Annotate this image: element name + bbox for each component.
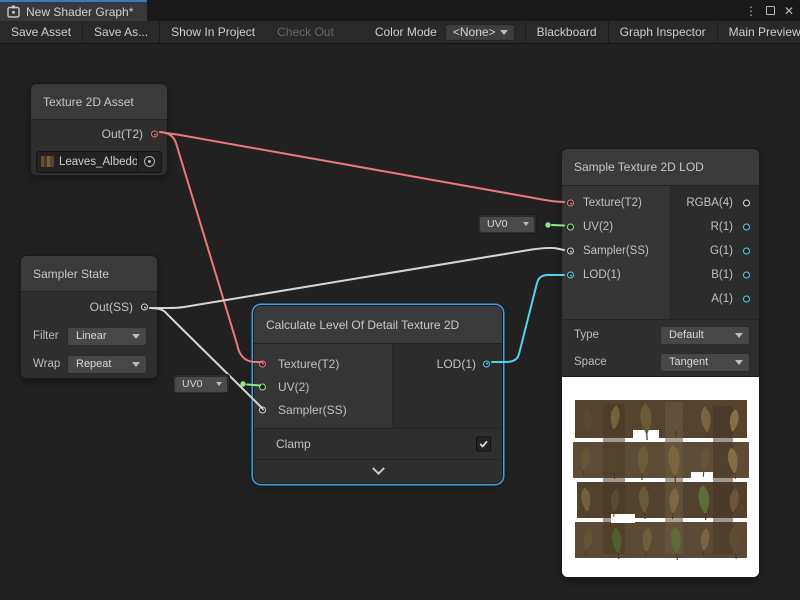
port-label-lod-out: LOD(1) xyxy=(437,357,476,371)
port-label-texture: Texture(T2) xyxy=(278,357,339,371)
texture-thumbnail-icon xyxy=(41,156,54,167)
type-label: Type xyxy=(574,329,660,341)
uv-channel-dropdown[interactable]: UV0 xyxy=(175,377,227,392)
port-label-uv: UV(2) xyxy=(583,221,613,233)
uv-channel-dropdown[interactable]: UV0 xyxy=(480,217,534,232)
tab-title: New Shader Graph* xyxy=(26,5,133,19)
port-out-rgba[interactable] xyxy=(743,200,750,207)
port-in-uv[interactable] xyxy=(567,224,574,231)
node-title[interactable]: Sampler State xyxy=(21,256,157,292)
filter-dropdown[interactable]: Linear xyxy=(67,327,147,346)
color-mode-dropdown[interactable]: <None> xyxy=(445,24,515,41)
main-preview-toggle[interactable]: Main Preview xyxy=(718,21,800,43)
graph-inspector-toggle[interactable]: Graph Inspector xyxy=(609,21,717,43)
port-label-a: A(1) xyxy=(711,293,733,305)
show-in-project-button[interactable]: Show In Project xyxy=(160,21,266,43)
node-title[interactable]: Texture 2D Asset xyxy=(31,84,167,120)
node-title[interactable]: Calculate Level Of Detail Texture 2D xyxy=(254,306,502,344)
port-out-ss[interactable] xyxy=(141,304,148,311)
check-out-button: Check Out xyxy=(266,21,345,43)
port-label-b: B(1) xyxy=(711,269,733,281)
object-picker-icon xyxy=(144,156,155,167)
port-out-t2[interactable] xyxy=(151,131,158,138)
port-in-texture[interactable] xyxy=(259,360,266,367)
graph-toolbar: Save Asset Save As... Show In Project Ch… xyxy=(0,21,800,44)
port-in-uv[interactable] xyxy=(259,383,266,390)
shader-graph-tab[interactable]: New Shader Graph* xyxy=(0,0,147,21)
filter-value: Linear xyxy=(76,330,107,342)
node-sampler-state[interactable]: Sampler State Out(SS) Filter Linear Wrap… xyxy=(20,255,158,379)
close-icon[interactable]: ✕ xyxy=(784,5,794,17)
port-out-b[interactable] xyxy=(743,272,750,279)
node-sample-texture-2d-lod[interactable]: Sample Texture 2D LOD Texture(T2) UV(2) xyxy=(561,148,760,578)
type-value: Default xyxy=(669,329,704,341)
texture-asset-name: Leaves_Albedo xyxy=(59,156,137,168)
window-titlebar: New Shader Graph* ⋮ ✕ xyxy=(0,0,800,21)
port-out-g[interactable] xyxy=(743,248,750,255)
port-label-lod: LOD(1) xyxy=(583,269,621,281)
port-label-sampler: Sampler(SS) xyxy=(583,245,649,257)
graph-canvas[interactable]: Texture 2D Asset Out(T2) Leaves_Albedo xyxy=(0,44,800,600)
type-dropdown[interactable]: Default xyxy=(660,326,750,345)
wrap-dropdown[interactable]: Repeat xyxy=(67,355,147,374)
uv-channel-widget-calc: UV0 xyxy=(172,374,230,394)
port-label-sampler: Sampler(SS) xyxy=(278,403,347,417)
port-label-rgba: RGBA(4) xyxy=(686,197,733,209)
uv-channel-widget-sample: UV0 xyxy=(477,214,537,234)
uv-channel-value: UV0 xyxy=(487,218,507,230)
port-in-sampler[interactable] xyxy=(259,406,266,413)
port-out-r[interactable] xyxy=(743,224,750,231)
blackboard-toggle[interactable]: Blackboard xyxy=(526,21,608,43)
color-mode-value: <None> xyxy=(453,25,496,39)
wrap-value: Repeat xyxy=(76,358,111,370)
clamp-checkbox[interactable] xyxy=(476,437,491,452)
shader-graph-icon xyxy=(7,5,20,18)
window-menu-icon[interactable]: ⋮ xyxy=(745,5,757,17)
port-label-out-ss: Out(SS) xyxy=(90,300,133,314)
port-out-a[interactable] xyxy=(743,296,750,303)
node-preview-leaves-texture xyxy=(562,376,759,577)
window-controls: ⋮ ✕ xyxy=(745,0,794,21)
node-title[interactable]: Sample Texture 2D LOD xyxy=(562,149,759,186)
port-out-lod[interactable] xyxy=(483,360,490,367)
wrap-label: Wrap xyxy=(33,358,67,370)
port-label-r: R(1) xyxy=(711,221,733,233)
object-picker-button[interactable] xyxy=(137,152,161,172)
space-label: Space xyxy=(574,356,660,368)
leaves-atlas-image xyxy=(562,377,759,577)
port-label-g: G(1) xyxy=(710,245,733,257)
node-collapse-button[interactable] xyxy=(254,459,502,483)
clamp-label: Clamp xyxy=(276,437,311,451)
filter-label: Filter xyxy=(33,330,67,342)
shader-graph-window: New Shader Graph* ⋮ ✕ Save Asset Save As… xyxy=(0,0,800,600)
check-icon xyxy=(478,439,489,450)
port-label-out-t2: Out(T2) xyxy=(102,127,143,141)
color-mode-label: Color Mode xyxy=(345,25,445,39)
node-texture-2d-asset[interactable]: Texture 2D Asset Out(T2) Leaves_Albedo xyxy=(30,83,168,176)
space-dropdown[interactable]: Tangent xyxy=(660,353,750,372)
port-label-texture: Texture(T2) xyxy=(583,197,642,209)
port-label-uv: UV(2) xyxy=(278,380,309,394)
chevron-down-icon xyxy=(372,462,385,475)
uv-channel-value: UV0 xyxy=(182,378,202,390)
node-calculate-lod-texture-2d[interactable]: Calculate Level Of Detail Texture 2D Tex… xyxy=(253,305,503,484)
texture-object-field[interactable]: Leaves_Albedo xyxy=(36,151,162,173)
port-in-sampler[interactable] xyxy=(567,248,574,255)
save-as-button[interactable]: Save As... xyxy=(83,21,159,43)
space-value: Tangent xyxy=(669,356,708,368)
save-asset-button[interactable]: Save Asset xyxy=(0,21,82,43)
port-in-lod[interactable] xyxy=(567,272,574,279)
maximize-icon[interactable] xyxy=(766,6,775,15)
port-in-texture[interactable] xyxy=(567,200,574,207)
